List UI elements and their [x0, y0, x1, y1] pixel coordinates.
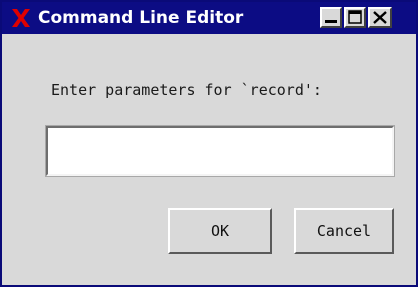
minimize-icon	[325, 20, 337, 23]
title-bar[interactable]: Command Line Editor	[2, 2, 416, 34]
maximize-icon	[348, 10, 362, 24]
maximize-button[interactable]	[344, 7, 366, 28]
command-line-editor-window: Command Line Editor Enter parameters for…	[0, 0, 418, 287]
close-icon	[373, 11, 387, 24]
prompt-label: Enter parameters for `record':	[51, 81, 322, 99]
ok-button[interactable]: OK	[168, 208, 272, 254]
close-button[interactable]	[368, 7, 392, 28]
parameters-input[interactable]	[45, 125, 395, 177]
window-title: Command Line Editor	[38, 8, 244, 28]
minimize-button[interactable]	[320, 7, 342, 28]
x-app-icon	[10, 8, 32, 28]
cancel-button[interactable]: Cancel	[294, 208, 394, 254]
